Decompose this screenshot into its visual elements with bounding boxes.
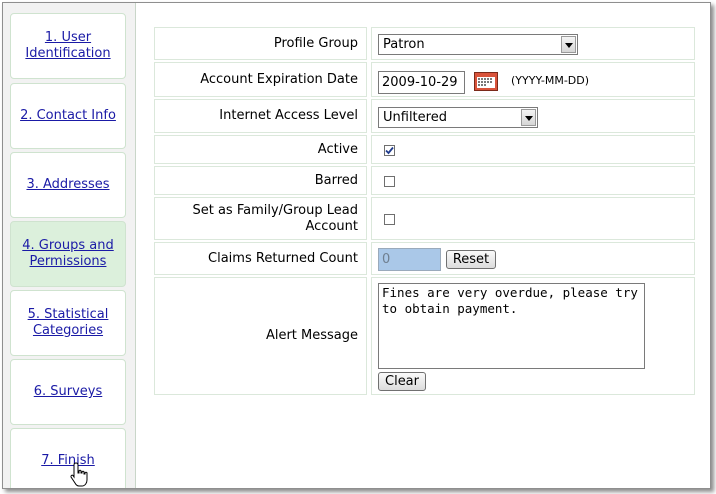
sidebar-item-label[interactable]: 3. Addresses bbox=[26, 177, 109, 193]
profile-group-value: Patron bbox=[383, 37, 425, 52]
checkmark-icon bbox=[385, 146, 394, 155]
chevron-down-icon[interactable] bbox=[561, 36, 576, 53]
alert-message-cell: Fines are very overdue, please try to ob… bbox=[371, 277, 695, 395]
profile-group-select[interactable]: Patron bbox=[378, 34, 578, 55]
sidebar-item-label[interactable]: 5. Statistical Categories bbox=[18, 307, 118, 339]
sidebar-item-statistical-categories[interactable]: 5. Statistical Categories bbox=[10, 290, 126, 356]
sidebar-item-finish[interactable]: 7. Finish bbox=[10, 428, 126, 488]
wizard-sidebar: 1. User Identification 2. Contact Info 3… bbox=[3, 3, 136, 488]
internet-access-value: Unfiltered bbox=[383, 110, 447, 125]
internet-access-select[interactable]: Unfiltered bbox=[378, 107, 538, 128]
account-expiration-row: Account Expiration Date 2009-10-29 (YYYY… bbox=[154, 62, 695, 97]
internet-access-row: Internet Access Level Unfiltered bbox=[154, 99, 695, 133]
sidebar-item-label[interactable]: 4. Groups and Permissions bbox=[18, 238, 118, 270]
chevron-down-icon[interactable] bbox=[521, 109, 536, 126]
account-expiration-input[interactable]: 2009-10-29 bbox=[378, 71, 465, 94]
family-lead-cell bbox=[371, 197, 695, 240]
claims-returned-label: Claims Returned Count bbox=[154, 242, 367, 275]
active-checkbox[interactable] bbox=[384, 145, 395, 156]
sidebar-item-contact-info[interactable]: 2. Contact Info bbox=[10, 83, 126, 149]
claims-returned-cell: 0 Reset bbox=[371, 242, 695, 275]
barred-cell bbox=[371, 166, 695, 195]
date-format-hint: (YYYY-MM-DD) bbox=[511, 74, 590, 87]
internet-access-label: Internet Access Level bbox=[154, 99, 367, 133]
family-lead-checkbox[interactable] bbox=[384, 214, 395, 225]
clear-button[interactable]: Clear bbox=[378, 372, 426, 391]
barred-checkbox[interactable] bbox=[384, 176, 395, 187]
account-expiration-label: Account Expiration Date bbox=[154, 62, 367, 97]
alert-message-row: Alert Message Fines are very overdue, pl… bbox=[154, 277, 695, 395]
family-lead-row: Set as Family/Group Lead Account bbox=[154, 197, 695, 240]
sidebar-item-user-identification[interactable]: 1. User Identification bbox=[10, 13, 126, 79]
alert-message-textarea[interactable]: Fines are very overdue, please try to ob… bbox=[378, 283, 645, 369]
sidebar-item-addresses[interactable]: 3. Addresses bbox=[10, 152, 126, 218]
internet-access-cell: Unfiltered bbox=[371, 99, 695, 133]
alert-message-label: Alert Message bbox=[154, 277, 367, 395]
account-expiration-cell: 2009-10-29 (YYYY-MM-DD) bbox=[371, 62, 695, 97]
sidebar-item-label[interactable]: 2. Contact Info bbox=[20, 108, 116, 124]
profile-group-label: Profile Group bbox=[154, 27, 367, 60]
dialog-frame: 1. User Identification 2. Contact Info 3… bbox=[2, 2, 711, 489]
sidebar-item-label[interactable]: 1. User Identification bbox=[18, 30, 118, 62]
active-label: Active bbox=[154, 135, 367, 164]
reset-button[interactable]: Reset bbox=[446, 250, 496, 269]
active-row: Active bbox=[154, 135, 695, 164]
sidebar-item-groups-permissions[interactable]: 4. Groups and Permissions bbox=[10, 221, 126, 287]
barred-label: Barred bbox=[154, 166, 367, 195]
sidebar-item-surveys[interactable]: 6. Surveys bbox=[10, 359, 126, 425]
claims-returned-input: 0 bbox=[378, 248, 441, 271]
profile-group-row: Profile Group Patron bbox=[154, 27, 695, 60]
sidebar-item-label[interactable]: 6. Surveys bbox=[34, 384, 103, 400]
family-lead-label: Set as Family/Group Lead Account bbox=[154, 197, 367, 240]
calendar-icon[interactable] bbox=[474, 72, 498, 91]
barred-row: Barred bbox=[154, 166, 695, 195]
profile-group-cell: Patron bbox=[371, 27, 695, 60]
claims-returned-row: Claims Returned Count 0 Reset bbox=[154, 242, 695, 275]
hand-cursor-icon bbox=[70, 462, 88, 487]
active-cell bbox=[371, 135, 695, 164]
